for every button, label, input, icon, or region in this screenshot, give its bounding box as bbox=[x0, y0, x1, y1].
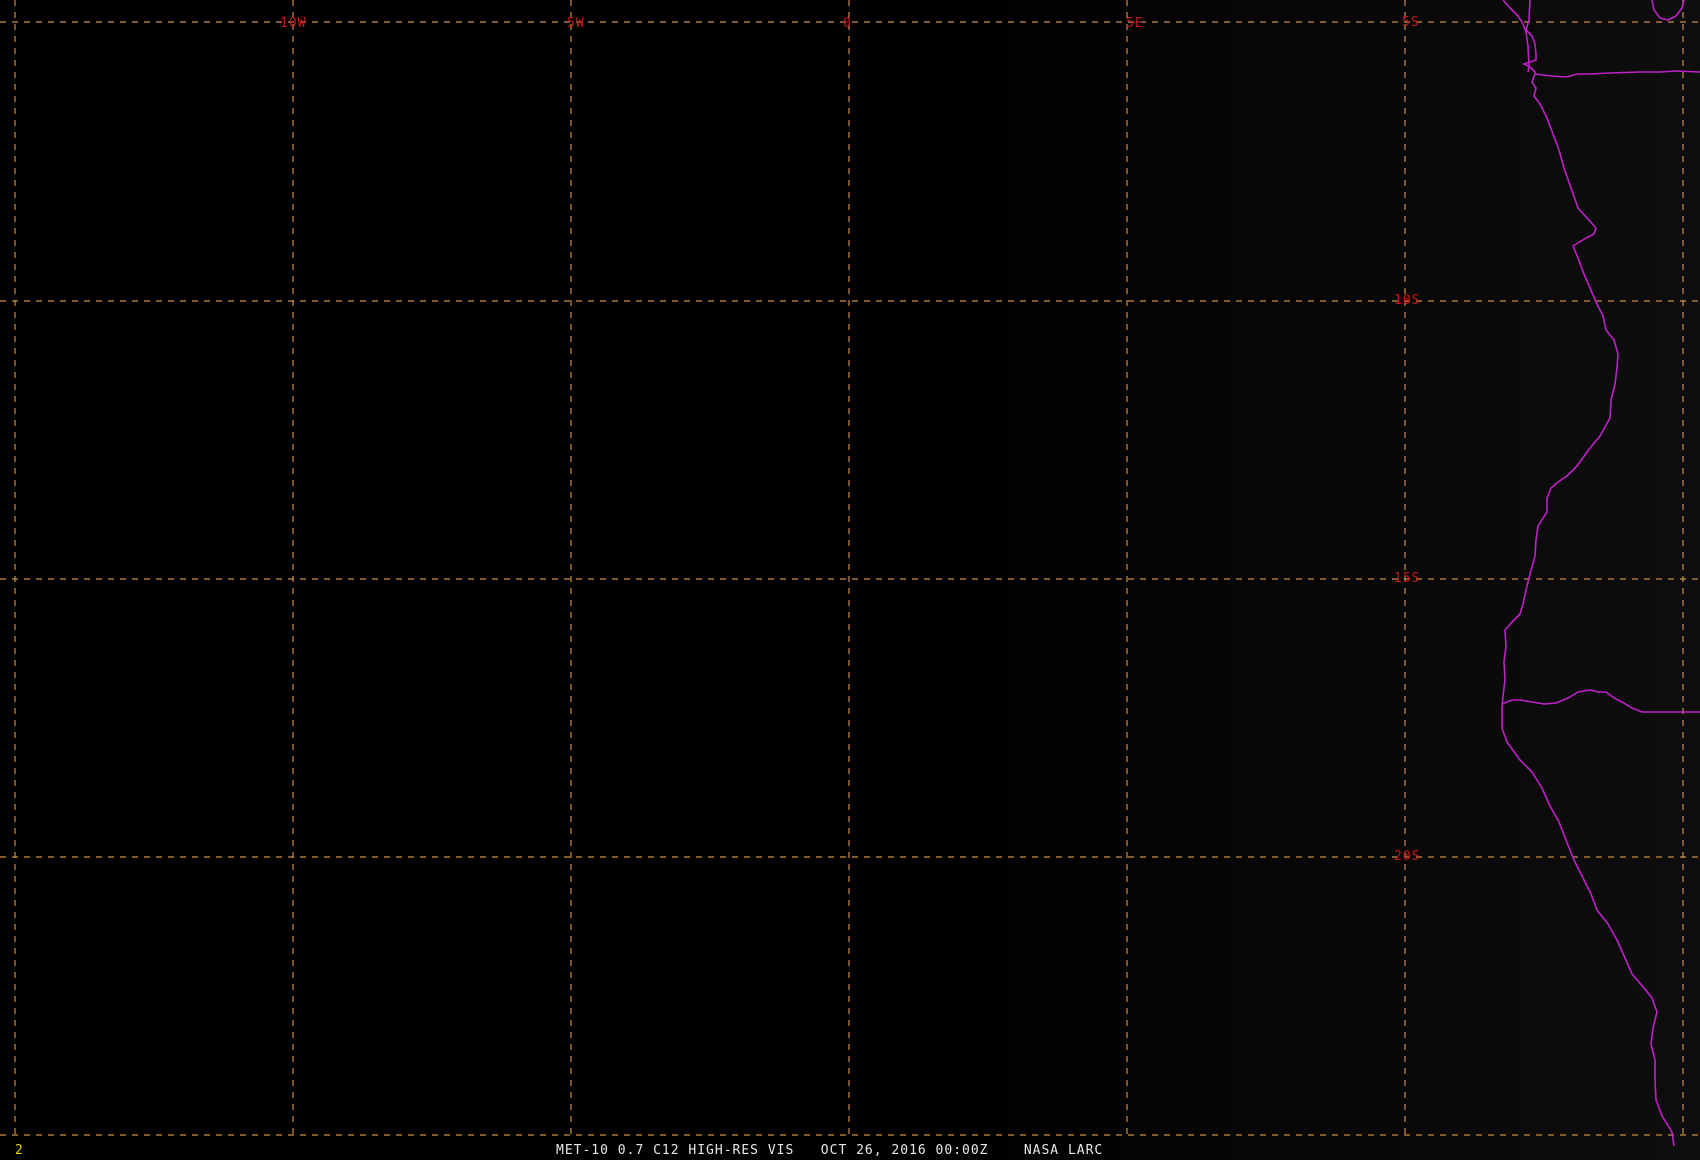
latitude-label-20s: 20S bbox=[1394, 849, 1420, 864]
latitude-label-10s: 10S bbox=[1394, 293, 1420, 308]
image-caption: MET-10 0.7 C12 HIGH-RES VIS OCT 26, 2016… bbox=[556, 1143, 1104, 1158]
imagery-background bbox=[0, 0, 1700, 1160]
satellite-map: 10W 5W 0 5E 5S 10S 15S 20S 2 MET-10 0.7 … bbox=[0, 0, 1700, 1160]
longitude-label-10w: 10W bbox=[280, 16, 306, 31]
longitude-label-5e: 5E bbox=[1126, 16, 1144, 31]
map-canvas: 10W 5W 0 5E 5S 10S 15S 20S bbox=[0, 0, 1700, 1160]
latitude-label-5s: 5S bbox=[1402, 15, 1420, 30]
latitude-label-15s: 15S bbox=[1394, 571, 1420, 586]
longitude-label-0: 0 bbox=[843, 16, 852, 31]
longitude-label-5w: 5W bbox=[567, 16, 585, 31]
frame-number: 2 bbox=[15, 1143, 24, 1158]
